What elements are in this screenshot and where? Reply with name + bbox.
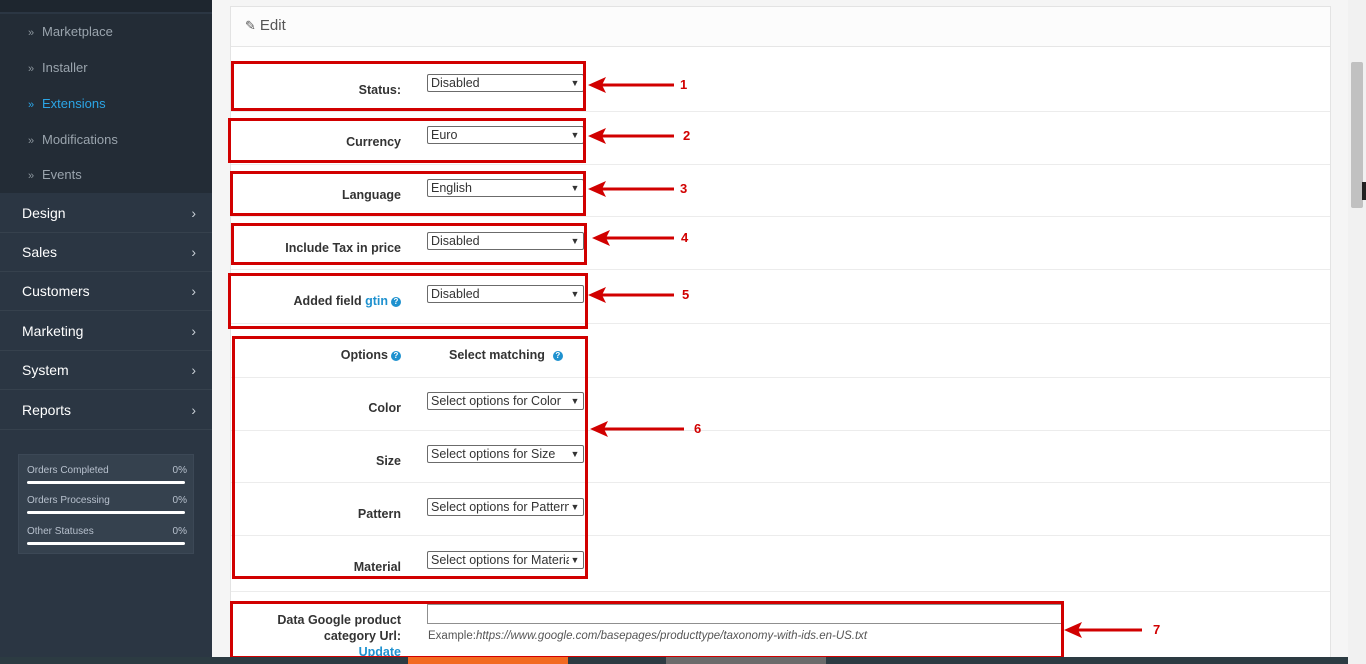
sidebar-item-label: Design <box>22 205 66 221</box>
sidebar-topbar <box>0 0 212 12</box>
sidebar-item-events[interactable]: » Events <box>0 157 212 193</box>
sidebar-item-label: Customers <box>22 283 90 299</box>
panel-title: Edit <box>259 17 286 34</box>
sidebar-item-design[interactable]: Design › <box>0 194 212 233</box>
bottom-bar-segment <box>408 657 568 664</box>
row-divider <box>231 111 1330 112</box>
sidebar-item-label: Events <box>42 167 82 182</box>
annotation-number-7: 7 <box>1153 622 1161 637</box>
stat-progress-bar <box>27 542 185 545</box>
sidebar-item-label: System <box>22 362 69 378</box>
annotation-arrow-7 <box>1064 622 1142 638</box>
sidebar-item-marketplace[interactable]: » Marketplace <box>0 14 212 50</box>
annotation-arrow-1 <box>588 77 674 93</box>
sidebar-item-installer[interactable]: » Installer <box>0 50 212 86</box>
stat-label: Other Statuses <box>27 526 94 537</box>
sidebar-item-modifications[interactable]: » Modifications <box>0 122 212 158</box>
panel-heading: ✎ Edit <box>231 7 1330 47</box>
sidebar-item-label: Extensions <box>42 96 106 111</box>
annotation-number-4: 4 <box>681 230 689 245</box>
annotation-box-3 <box>230 171 586 216</box>
chevron-right-icon: » <box>28 27 35 39</box>
stat-progress-bar <box>27 511 185 514</box>
annotation-arrow-5 <box>588 287 674 303</box>
sidebar-item-extensions[interactable]: » Extensions <box>0 86 212 122</box>
pencil-icon: ✎ <box>245 18 256 33</box>
bottom-bar-segment <box>666 657 826 664</box>
stat-orders-processing: Orders Processing 0% <box>27 489 187 517</box>
annotation-box-4 <box>231 223 587 265</box>
sidebar-item-label: Marketplace <box>42 24 113 39</box>
row-divider <box>231 269 1330 270</box>
order-stats-panel: Orders Completed 0% Orders Processing 0%… <box>18 454 194 554</box>
stat-label: Orders Completed <box>27 465 109 476</box>
chevron-right-icon: › <box>191 244 196 260</box>
stat-label: Orders Processing <box>27 495 110 506</box>
chevron-right-icon: » <box>28 135 35 147</box>
row-divider <box>231 164 1330 165</box>
stat-orders-completed: Orders Completed 0% <box>27 459 187 487</box>
annotation-number-3: 3 <box>680 181 688 196</box>
annotation-number-2: 2 <box>683 128 691 143</box>
stat-value: 0% <box>172 465 187 476</box>
sidebar: » Marketplace » Installer » Extensions » Mod… <box>0 0 212 664</box>
annotation-arrow-6 <box>590 421 684 437</box>
stat-value: 0% <box>172 495 187 506</box>
sidebar-item-marketing[interactable]: Marketing › <box>0 312 212 351</box>
annotation-number-1: 1 <box>680 77 688 92</box>
mouse-cursor <box>1362 182 1366 200</box>
row-divider <box>231 216 1330 217</box>
chevron-right-icon: » <box>28 63 35 75</box>
annotation-number-6: 6 <box>694 421 702 436</box>
sidebar-item-label: Reports <box>22 402 72 418</box>
sidebar-item-sales[interactable]: Sales › <box>0 233 212 272</box>
sidebar-item-label: Installer <box>42 60 88 75</box>
annotation-box-7 <box>230 601 1064 659</box>
sidebar-item-reports[interactable]: Reports › <box>0 391 212 430</box>
annotation-arrow-2 <box>588 128 674 144</box>
sidebar-item-label: Marketing <box>22 323 84 339</box>
app-root: » Marketplace » Installer » Extensions » Mod… <box>0 0 1366 664</box>
chevron-right-icon: › <box>191 283 196 299</box>
chevron-right-icon: › <box>191 402 196 418</box>
row-divider <box>231 591 1330 592</box>
chevron-right-icon: › <box>191 323 196 339</box>
sidebar-item-label: Sales <box>22 244 58 260</box>
annotation-box-6 <box>232 336 588 579</box>
annotation-number-5: 5 <box>682 287 690 302</box>
annotation-arrow-3 <box>588 181 674 197</box>
annotation-box-5 <box>228 273 588 329</box>
stat-other-statuses: Other Statuses 0% <box>27 520 187 548</box>
chevron-right-icon: › <box>191 362 196 378</box>
sidebar-item-label: Modifications <box>42 132 118 147</box>
annotation-arrow-4 <box>592 230 674 246</box>
annotation-box-1 <box>231 61 586 111</box>
sidebar-item-customers[interactable]: Customers › <box>0 272 212 311</box>
annotation-box-2 <box>228 118 586 163</box>
sidebar-item-system[interactable]: System › <box>0 351 212 390</box>
chevron-right-icon: » <box>28 99 35 111</box>
chevron-right-icon: » <box>28 170 35 182</box>
stat-progress-bar <box>27 481 185 484</box>
stat-value: 0% <box>172 526 187 537</box>
chevron-right-icon: › <box>191 205 196 221</box>
